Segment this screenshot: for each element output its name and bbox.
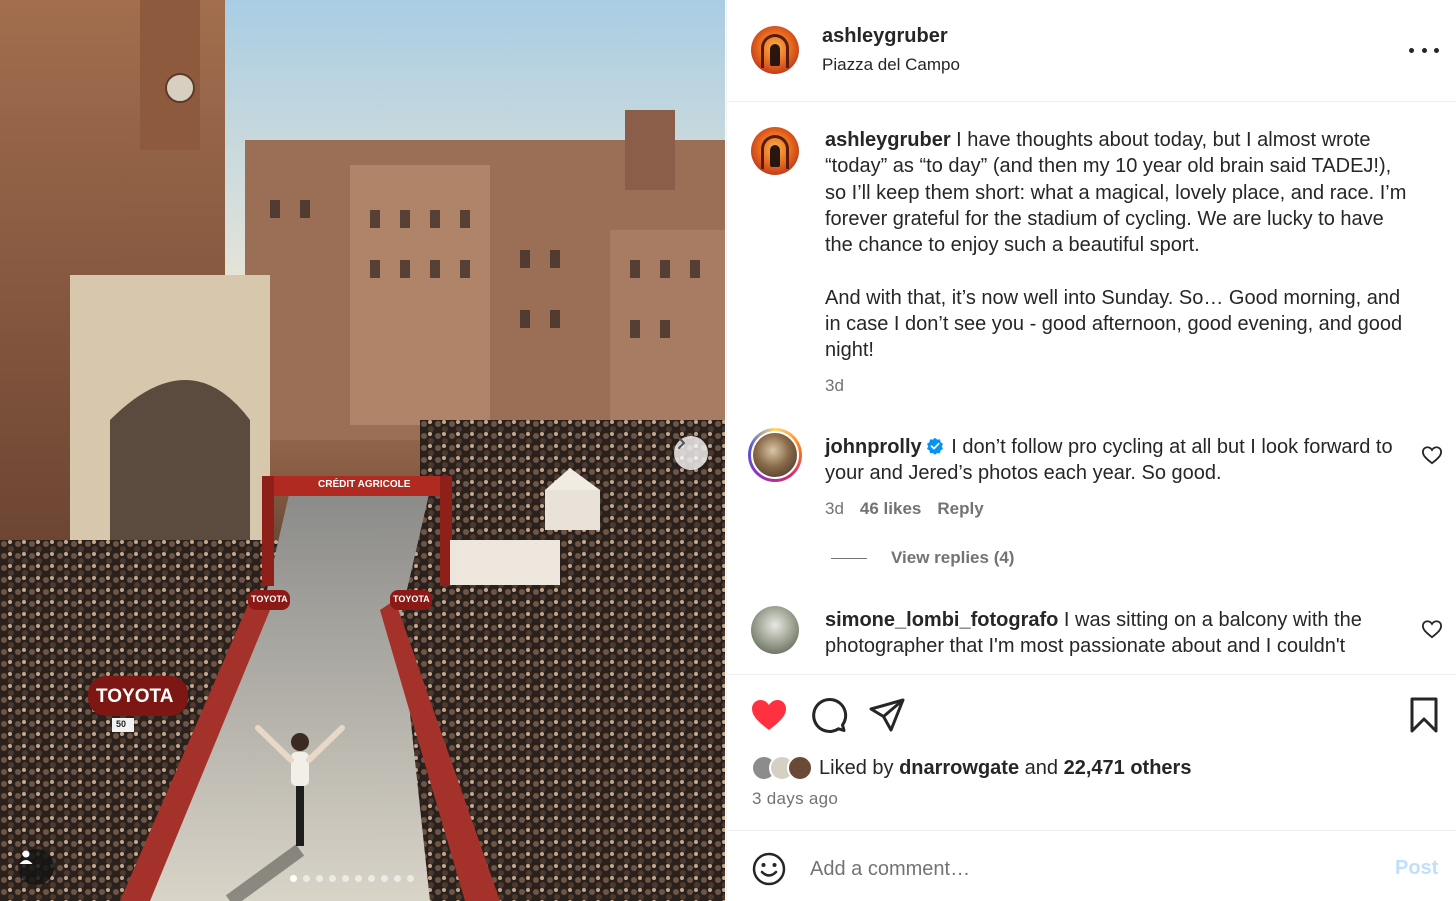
caption-username[interactable]: ashleygruber bbox=[825, 129, 951, 151]
post-header: ashleygruber Piazza del Campo bbox=[727, 0, 1456, 102]
commenter-avatar-johnprolly[interactable] bbox=[748, 428, 802, 482]
carousel-dot bbox=[290, 875, 297, 882]
comment-username[interactable]: johnprolly bbox=[825, 436, 922, 458]
post-location[interactable]: Piazza del Campo bbox=[822, 55, 960, 75]
likes-summary[interactable]: Liked by dnarrowgate and 22,471 others bbox=[751, 755, 1191, 781]
carousel-dot bbox=[342, 875, 349, 882]
liker-avatar bbox=[787, 755, 813, 781]
comment-icon[interactable] bbox=[808, 695, 848, 735]
reply-button[interactable]: Reply bbox=[937, 499, 983, 519]
likes-text: Liked by dnarrowgate and 22,471 others bbox=[819, 757, 1191, 780]
carousel-dot bbox=[355, 875, 362, 882]
bookmark-icon[interactable] bbox=[1404, 695, 1444, 735]
caption-age[interactable]: 3d bbox=[825, 376, 844, 396]
caption-avatar[interactable] bbox=[751, 127, 799, 175]
author-avatar[interactable] bbox=[751, 26, 799, 74]
view-replies-label: View replies (4) bbox=[891, 548, 1015, 567]
comment-age[interactable]: 3d bbox=[825, 499, 844, 519]
commenter-avatar-simone[interactable] bbox=[751, 606, 799, 654]
more-options-button[interactable] bbox=[1409, 38, 1439, 62]
likes-connector: and bbox=[1024, 756, 1059, 779]
post-actions: Liked by dnarrowgate and 22,471 others 3… bbox=[727, 674, 1456, 830]
carousel-dot bbox=[329, 875, 336, 882]
caption-meta: 3d bbox=[825, 376, 844, 396]
caption-paragraph-2: And with that, it’s now well into Sunday… bbox=[825, 286, 1403, 362]
carousel-dot bbox=[368, 875, 375, 882]
carousel-dot bbox=[407, 875, 414, 882]
replies-divider bbox=[831, 557, 867, 559]
user-icon bbox=[19, 850, 33, 864]
toyota-sign-large: TOYOTA bbox=[96, 686, 174, 707]
chevron-right-icon bbox=[678, 437, 685, 449]
caption-text: ashleygruber I have thoughts about today… bbox=[825, 127, 1415, 364]
like-comment-heart-icon[interactable] bbox=[1421, 619, 1443, 639]
view-replies-button[interactable]: View replies (4) bbox=[831, 548, 1014, 568]
comment-meta: 3d 46 likes Reply bbox=[825, 499, 984, 519]
comment-text: johnprolly I don’t follow pro cycling at… bbox=[825, 434, 1415, 487]
like-comment-heart-icon[interactable] bbox=[1421, 445, 1443, 465]
toyota-sign-right: TOYOTA bbox=[393, 594, 430, 604]
tagged-users-button[interactable] bbox=[18, 849, 54, 885]
carousel-dot bbox=[316, 875, 323, 882]
finish-banner: CRÉDIT AGRICOLE bbox=[318, 479, 411, 490]
carousel-indicator bbox=[290, 875, 414, 882]
carousel-dot bbox=[303, 875, 310, 882]
comment-text: simone_lombi_fotografo I was sitting on … bbox=[825, 607, 1415, 660]
post-time[interactable]: 3 days ago bbox=[752, 789, 838, 809]
carousel-dot bbox=[394, 875, 401, 882]
next-photo-button[interactable] bbox=[674, 436, 708, 470]
comment-username[interactable]: simone_lombi_fotografo bbox=[825, 609, 1058, 631]
comment-likes[interactable]: 46 likes bbox=[860, 499, 921, 519]
carousel-dot bbox=[381, 875, 388, 882]
comments-section[interactable]: ashleygruber I have thoughts about today… bbox=[727, 103, 1456, 673]
more-icon bbox=[1409, 47, 1439, 53]
likes-prefix: Liked by bbox=[819, 756, 894, 779]
toyota-sign-left: TOYOTA bbox=[251, 594, 288, 604]
add-comment-bar: Post bbox=[727, 830, 1456, 901]
likes-others-count[interactable]: 22,471 others bbox=[1064, 757, 1192, 779]
emoji-icon[interactable] bbox=[751, 851, 787, 887]
liker-username[interactable]: dnarrowgate bbox=[899, 757, 1019, 779]
photo-illustration bbox=[0, 0, 725, 901]
verified-badge-icon bbox=[926, 437, 943, 455]
heart-icon[interactable] bbox=[749, 695, 789, 735]
share-icon[interactable] bbox=[867, 695, 907, 735]
post-photo[interactable]: CRÉDIT AGRICOLE TOYOTA TOYOTA TOYOTA 50 bbox=[0, 0, 725, 901]
distance-sign: 50 bbox=[116, 719, 127, 729]
author-username[interactable]: ashleygruber bbox=[822, 25, 948, 48]
post-details-panel: ashleygruber Piazza del Campo ashleygrub… bbox=[726, 0, 1456, 901]
post-button[interactable]: Post bbox=[1395, 857, 1438, 880]
comment-input[interactable] bbox=[810, 853, 1370, 885]
